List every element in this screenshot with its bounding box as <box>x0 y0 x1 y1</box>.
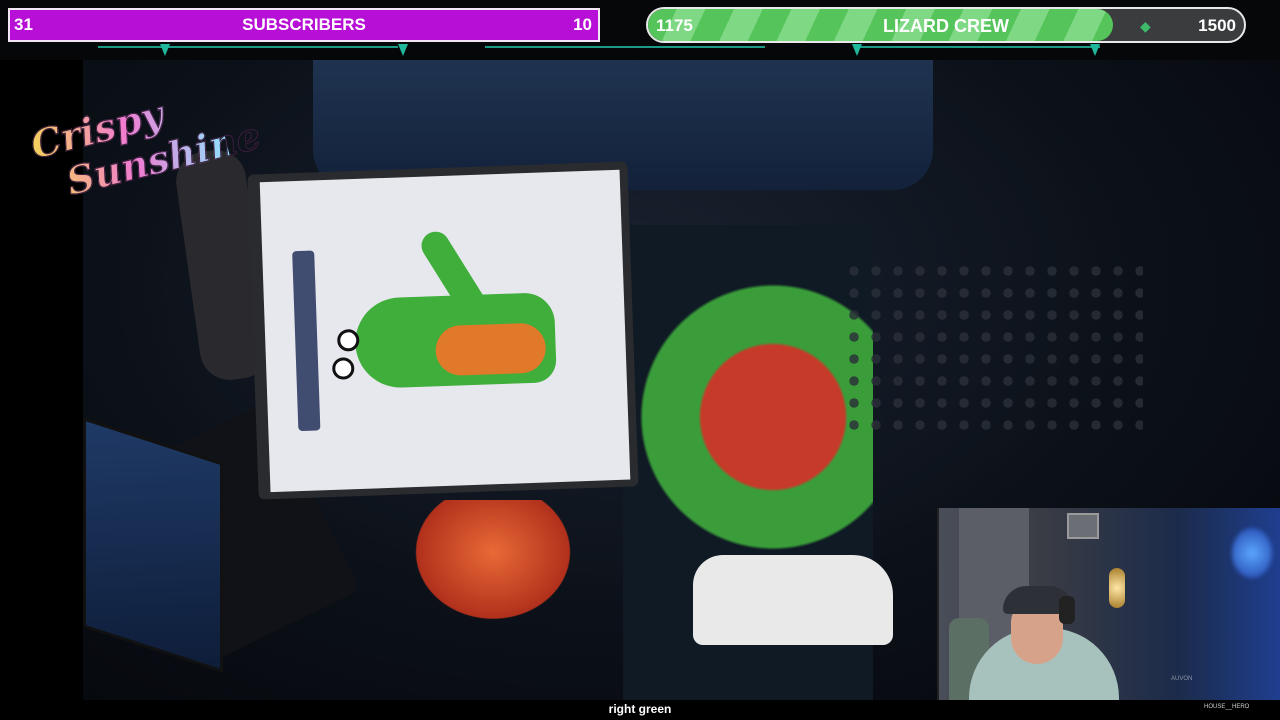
marker-rack <box>843 260 1143 430</box>
crew-target: 1500 <box>1198 16 1236 35</box>
headset-icon <box>1059 596 1075 624</box>
decor-line <box>860 46 1100 48</box>
mushroom-art <box>403 500 583 630</box>
webcam-feed: AUVON <box>937 508 1280 700</box>
lizard-drawing-eye <box>331 357 355 380</box>
drawing-paper <box>259 169 631 493</box>
decor-spike <box>398 44 408 56</box>
username-tag: HOUSE__HERO <box>1204 704 1250 710</box>
laptop-screen <box>83 417 223 673</box>
crew-goal-title: LIZARD CREW <box>883 16 1009 36</box>
decor-spike <box>160 44 170 56</box>
decor-spike <box>852 44 862 56</box>
subscriber-goal-bar: 31 SUBSCRIBERS 10 <box>8 8 600 42</box>
clipboard <box>247 161 639 500</box>
top-goal-bar: 31 SUBSCRIBERS 10 1175 LIZARD CREW ◆ 150… <box>0 0 1280 60</box>
white-paper <box>693 555 893 645</box>
decor-line <box>98 46 398 48</box>
lizard-crew-goal-bar: 1175 LIZARD CREW ◆ 1500 <box>646 7 1246 43</box>
doodle-lettering <box>292 250 321 432</box>
live-caption: right green <box>608 702 672 716</box>
webcam-wall-frame <box>1067 513 1099 539</box>
decor-spike <box>1090 44 1100 56</box>
lizard-drawing-belly <box>434 322 547 377</box>
webcam-lamp <box>1109 568 1125 608</box>
webcam-blue-light <box>1232 528 1272 578</box>
webcam-brand-tag: AUVON <box>1171 676 1193 682</box>
subscriber-current: 31 <box>14 15 33 34</box>
diamond-icon: ◆ <box>1140 18 1151 34</box>
subscriber-goal-title: SUBSCRIBERS <box>242 15 366 34</box>
subscriber-target: 10 <box>573 15 592 34</box>
decor-line <box>485 46 765 48</box>
